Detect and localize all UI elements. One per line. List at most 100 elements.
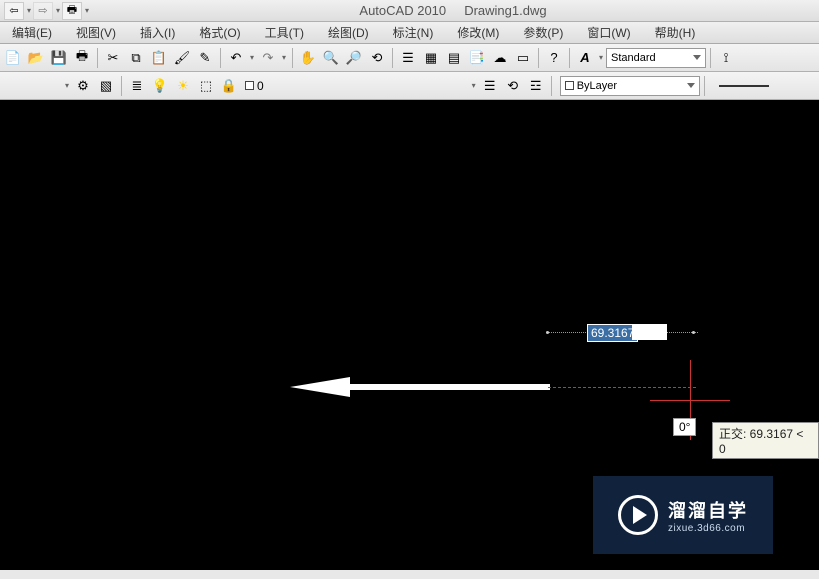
menu-tools[interactable]: 工具(T) [253,24,316,41]
tracking-tooltip: 正交: 69.3167 < 0 [712,422,819,459]
sheetset-icon[interactable]: 📑 [466,47,488,69]
paste-icon[interactable]: 📋 [148,47,170,69]
colorlayer-combo[interactable]: ByLayer [560,76,700,96]
menu-format[interactable]: 格式(O) [187,24,252,41]
layer-on-icon[interactable]: 💡 [149,75,171,97]
nav-back-button[interactable]: ⇦ [4,2,24,20]
menubar: 编辑(E) 视图(V) 插入(I) 格式(O) 工具(T) 绘图(D) 标注(N… [0,22,819,44]
play-icon [618,495,658,535]
print-button[interactable]: 🖶 [62,2,82,20]
layer-name: 0 [257,79,264,93]
arrow-head [290,377,350,397]
separator [121,76,122,96]
separator [710,48,711,68]
play-triangle-icon [633,506,647,524]
qnew-icon[interactable]: 📄 [2,47,24,69]
watermark-title: 溜溜自学 [668,497,748,523]
plot-icon[interactable]: 🖶 [71,47,93,69]
properties-icon[interactable]: ☰ [397,47,419,69]
separator [551,76,552,96]
layer-current[interactable]: 0 [241,79,268,93]
toolbar-layers: ▾ ⚙ ▧ ≣ 💡 ☀ ⬚ 🔒 0 ▾ ☰ ⟲ ☲ ByLayer [0,72,819,100]
color-swatch [565,81,574,90]
lineweight-preview[interactable] [719,85,769,87]
print-dropdown[interactable]: ▾ [83,6,91,15]
zoom-realtime-icon[interactable]: 🔍 [320,47,342,69]
nav-forward-button[interactable]: ⇨ [33,2,53,20]
layerprops-icon[interactable]: ≣ [126,75,148,97]
app-name: AutoCAD 2010 [359,3,446,18]
nav-forward-dropdown[interactable]: ▾ [54,6,62,15]
chevron-down-icon [693,55,701,60]
dsgncenter-icon[interactable]: ▦ [420,47,442,69]
rubber-band-line [548,387,696,388]
layer-color-swatch [245,81,254,90]
undo-dropdown[interactable]: ▾ [248,53,256,62]
calculator-icon[interactable]: ▭ [512,47,534,69]
matchprop-icon[interactable]: 🖌 [171,47,193,69]
help-icon[interactable]: ? [543,47,565,69]
blockeditor-icon[interactable]: ✎ [194,47,216,69]
watermark: 溜溜自学 zixue.3d66.com [593,476,773,554]
gear-icon[interactable]: ⚙ [72,75,94,97]
chevron-down-icon [687,83,695,88]
separator [97,48,98,68]
redo-dropdown[interactable]: ▾ [280,53,288,62]
menu-window[interactable]: 窗口(W) [575,24,642,41]
menu-modify[interactable]: 修改(M) [445,24,511,41]
zoom-window-icon[interactable]: 🔎 [343,47,365,69]
textstyle-dropdown[interactable]: ▾ [597,53,605,62]
menu-draw[interactable]: 绘图(D) [316,24,381,41]
separator [220,48,221,68]
nav-back-dropdown[interactable]: ▾ [25,6,33,15]
undo-icon[interactable]: ↶ [225,47,247,69]
file-name: Drawing1.dwg [464,3,546,18]
titlebar: ⇦ ▾ ⇨ ▾ 🖶 ▾ AutoCAD 2010 Drawing1.dwg [0,0,819,22]
menu-view[interactable]: 视图(V) [64,24,128,41]
markup-icon[interactable]: ☁ [489,47,511,69]
separator [569,48,570,68]
guide-tick [692,331,695,334]
menu-edit[interactable]: 编辑(E) [0,24,64,41]
dimension-input[interactable]: 69.3167 [587,324,638,342]
dimstyle-icon[interactable]: ⟟ [715,47,737,69]
angle-display: 0° [673,418,696,436]
layer-lock-icon[interactable]: 🔒 [218,75,240,97]
separator [392,48,393,68]
toolpalettes-icon[interactable]: ▤ [443,47,465,69]
menu-param[interactable]: 参数(P) [511,24,575,41]
window-title: AutoCAD 2010 Drawing1.dwg [91,3,815,18]
layer-freeze-icon[interactable]: ☀ [172,75,194,97]
arrow-shaft [350,384,550,390]
menu-insert[interactable]: 插入(I) [128,24,187,41]
separator [538,48,539,68]
copy-icon[interactable]: ⧉ [125,47,147,69]
cut-icon[interactable]: ✂ [102,47,124,69]
guide-tick [546,331,549,334]
layerstate-icon[interactable]: ☰ [479,75,501,97]
watermark-url: zixue.3d66.com [668,523,745,534]
dimension-input-extra [632,324,667,340]
save-icon[interactable]: 💾 [48,47,70,69]
layer-iso-icon[interactable]: ▧ [95,75,117,97]
menu-dimension[interactable]: 标注(N) [381,24,446,41]
drawing-canvas[interactable]: 69.3167 0° 正交: 69.3167 < 0 溜溜自学 zixue.3d… [0,100,819,570]
redo-icon[interactable]: ↷ [257,47,279,69]
textstyle-label: Standard [611,52,656,64]
layer-vp-icon[interactable]: ⬚ [195,75,217,97]
textstyle-combo[interactable]: Standard [606,48,706,68]
bylayer-label: ByLayer [577,80,617,92]
layer-dropdown[interactable]: ▾ [470,81,478,90]
zoom-previous-icon[interactable]: ⟲ [366,47,388,69]
layerprev-icon[interactable]: ⟲ [502,75,524,97]
pan-icon[interactable]: ✋ [297,47,319,69]
watermark-text: 溜溜自学 zixue.3d66.com [668,497,748,534]
menu-help[interactable]: 帮助(H) [643,24,708,41]
layermatch-icon[interactable]: ☲ [525,75,547,97]
textstyle-icon[interactable]: A [574,47,596,69]
combo-dropdown[interactable]: ▾ [63,81,71,90]
separator [292,48,293,68]
toolbar-main: 📄 📂 💾 🖶 ✂ ⧉ 📋 🖌 ✎ ↶ ▾ ↷ ▾ ✋ 🔍 🔎 ⟲ ☰ ▦ ▤ … [0,44,819,72]
separator [704,76,705,96]
open-icon[interactable]: 📂 [25,47,47,69]
